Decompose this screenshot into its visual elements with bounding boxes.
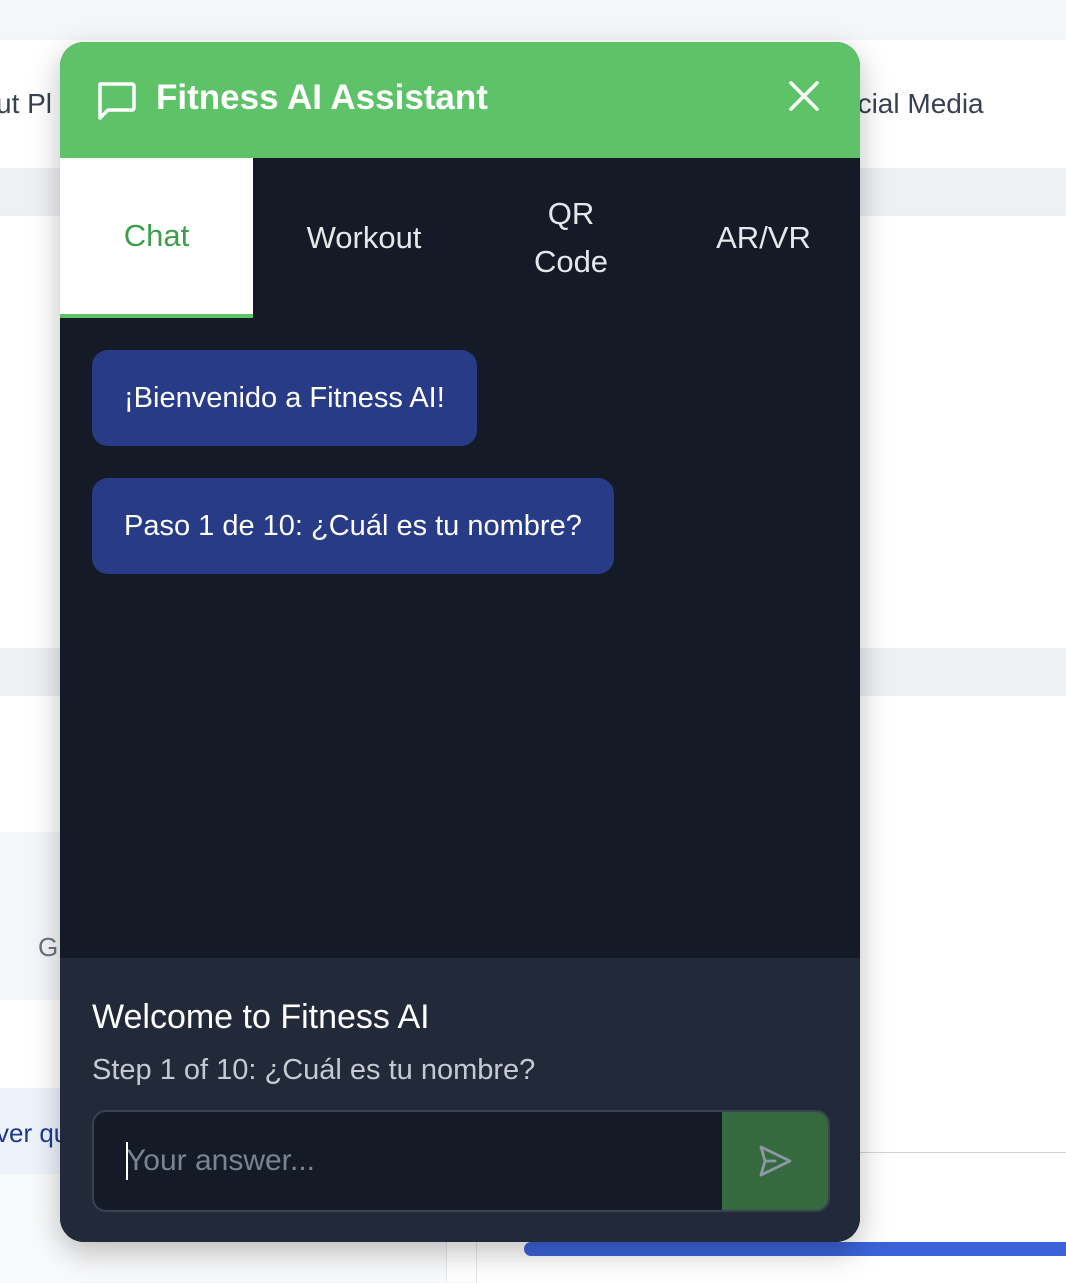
answer-input-group: [92, 1110, 830, 1212]
tab-ar-vr[interactable]: AR/VR: [667, 158, 860, 318]
welcome-title: Welcome to Fitness AI: [92, 998, 430, 1036]
close-icon[interactable]: [782, 74, 826, 118]
partial-link[interactable]: ver qu: [0, 1118, 68, 1149]
chat-widget: Fitness AI Assistant Chat Workout QR Cod…: [60, 42, 860, 1242]
tab-label: Chat: [123, 218, 190, 253]
nav-item-partial-left[interactable]: ut Pl: [0, 88, 52, 120]
tab-chat[interactable]: Chat: [60, 158, 253, 318]
tab-workout[interactable]: Workout: [253, 158, 475, 318]
chat-widget-title: Fitness AI Assistant: [156, 78, 488, 117]
chat-footer: Welcome to Fitness AI Step 1 of 10: ¿Cuá…: [60, 958, 860, 1242]
partial-text: G: [38, 932, 59, 962]
chat-widget-header: Fitness AI Assistant: [60, 42, 860, 158]
assistant-message: ¡Bienvenido a Fitness AI!: [92, 350, 477, 446]
tab-qr-code[interactable]: QR Code: [475, 158, 667, 318]
step-indicator: Step 1 of 10: ¿Cuál es tu nombre?: [92, 1054, 536, 1086]
progress-bar: [524, 1242, 1066, 1256]
assistant-message: Paso 1 de 10: ¿Cuál es tu nombre?: [92, 478, 614, 574]
tab-bar: Chat Workout QR Code AR/VR: [60, 158, 860, 318]
tab-label: QR Code: [533, 196, 609, 279]
text-caret: [126, 1142, 128, 1180]
send-icon: [759, 1145, 792, 1177]
answer-input[interactable]: [94, 1112, 722, 1210]
message-list: ¡Bienvenido a Fitness AI! Paso 1 de 10: …: [60, 318, 860, 958]
tab-label: AR/VR: [716, 220, 811, 255]
page-top-bar: [0, 0, 1066, 40]
chat-bubble-icon: [98, 82, 136, 120]
send-button[interactable]: [722, 1112, 828, 1210]
nav-item-social-media[interactable]: ocial Media: [842, 88, 984, 120]
tab-label: Workout: [306, 220, 422, 255]
